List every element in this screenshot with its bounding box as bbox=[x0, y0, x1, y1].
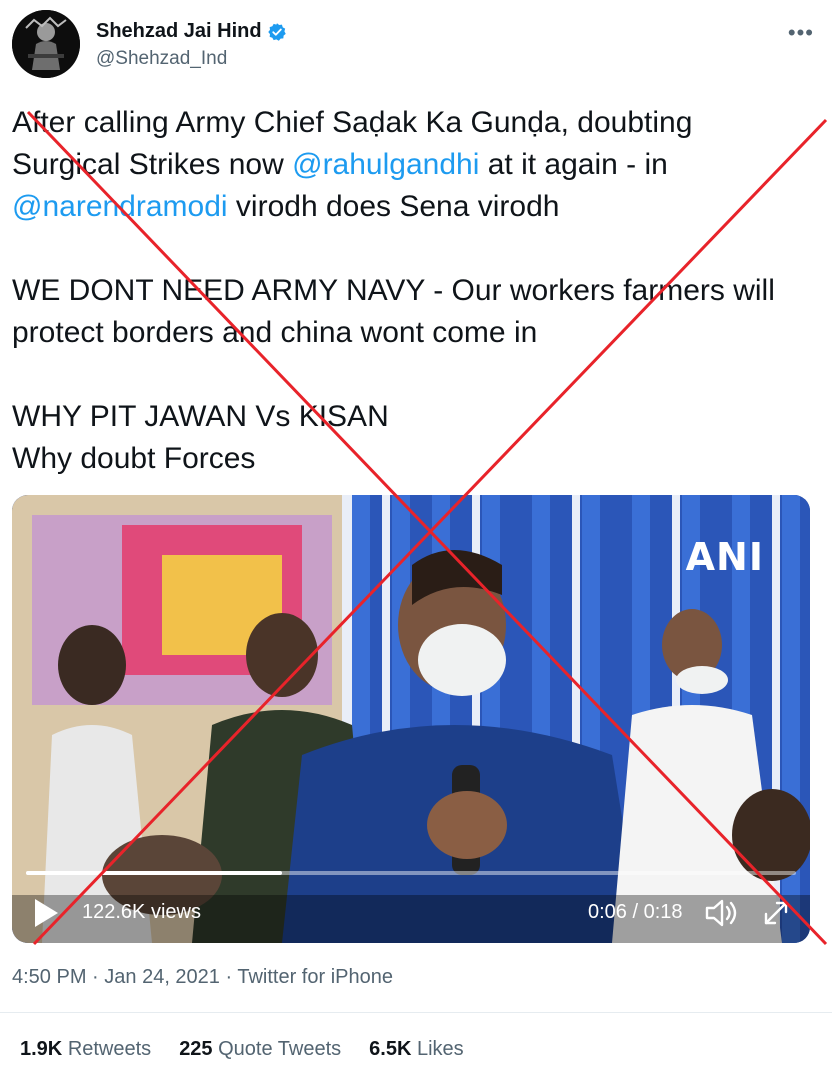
ani-watermark: ANI bbox=[685, 535, 764, 579]
volume-icon[interactable] bbox=[704, 897, 738, 929]
tweet-line: After calling Army Chief Saḍak Ka Gunḍa,… bbox=[12, 102, 820, 144]
tweet-text-segment: WHY PIT JAWAN Vs KISAN bbox=[12, 400, 389, 433]
tweet-text-segment: Surgical Strikes now bbox=[12, 148, 293, 181]
tweet-text: After calling Army Chief Saḍak Ka Gunḍa,… bbox=[12, 102, 820, 480]
tweet-text-segment: WE DONT NEED ARMY NAVY - Our workers far… bbox=[12, 274, 775, 307]
tweet-line: @narendramodi virodh does Sena virodh bbox=[12, 186, 820, 228]
divider bbox=[0, 1012, 832, 1013]
more-icon[interactable]: ••• bbox=[788, 20, 814, 46]
tweet-meta: 4:50 PM · Jan 24, 2021 · Twitter for iPh… bbox=[12, 966, 393, 989]
video-player[interactable]: ANI 122.6K views 0:06 / 0:18 bbox=[12, 495, 810, 943]
fullscreen-icon[interactable] bbox=[762, 899, 790, 927]
tweet-line-gap bbox=[12, 354, 820, 396]
likes-stat[interactable]: 6.5K Likes bbox=[369, 1038, 464, 1061]
tweet-time[interactable]: 4:50 PM bbox=[12, 966, 86, 988]
tweet-line: protect borders and china wont come in bbox=[12, 312, 820, 354]
tweet-text-segment: at it again - in bbox=[479, 148, 668, 181]
meta-separator: · bbox=[86, 966, 105, 988]
tweet-line: Surgical Strikes now @rahulgandhi at it … bbox=[12, 144, 820, 186]
play-icon[interactable] bbox=[32, 897, 60, 929]
meta-separator: · bbox=[219, 966, 238, 988]
retweets-label: Retweets bbox=[67, 1038, 152, 1060]
video-progress-fill bbox=[26, 871, 283, 875]
author-names: Shehzad Jai Hind @Shehzad_Ind bbox=[96, 20, 287, 70]
tweet-client[interactable]: Twitter for iPhone bbox=[237, 966, 393, 988]
verified-badge-icon bbox=[267, 22, 286, 41]
tweet-line: WHY PIT JAWAN Vs KISAN bbox=[12, 396, 820, 438]
mention-link[interactable]: @rahulgandhi bbox=[292, 148, 479, 181]
tweet-text-segment: After calling Army Chief Saḍak Ka Gunḍa,… bbox=[12, 106, 693, 139]
quote-tweets-label: Quote Tweets bbox=[218, 1038, 342, 1060]
quote-tweets-count: 225 bbox=[179, 1038, 213, 1060]
handle[interactable]: @Shehzad_Ind bbox=[96, 48, 287, 70]
tweet-stats: 1.9K Retweets 225 Quote Tweets 6.5K Like… bbox=[20, 1038, 492, 1061]
tweet-line: WE DONT NEED ARMY NAVY - Our workers far… bbox=[12, 270, 820, 312]
tweet-line-gap bbox=[12, 228, 820, 270]
display-name[interactable]: Shehzad Jai Hind bbox=[96, 20, 262, 43]
avatar[interactable] bbox=[12, 10, 80, 78]
quote-tweets-stat[interactable]: 225 Quote Tweets bbox=[179, 1038, 341, 1061]
tweet-date[interactable]: Jan 24, 2021 bbox=[104, 966, 220, 988]
tweet-text-segment: protect borders and china wont come in bbox=[12, 316, 538, 349]
likes-count: 6.5K bbox=[369, 1038, 412, 1060]
tweet-text-segment: Why doubt Forces bbox=[12, 442, 256, 475]
tweet-header: Shehzad Jai Hind @Shehzad_Ind ••• bbox=[12, 8, 820, 78]
mention-link[interactable]: @narendramodi bbox=[12, 190, 228, 223]
tweet-text-segment: virodh does Sena virodh bbox=[227, 190, 560, 223]
likes-label: Likes bbox=[416, 1038, 464, 1060]
video-progress-bar[interactable] bbox=[26, 871, 796, 875]
retweets-count: 1.9K bbox=[20, 1038, 63, 1060]
video-time: 0:06 / 0:18 bbox=[588, 901, 683, 923]
tweet-line: Why doubt Forces bbox=[12, 438, 820, 480]
video-views: 122.6K views bbox=[82, 901, 201, 923]
retweets-stat[interactable]: 1.9K Retweets bbox=[20, 1038, 151, 1061]
